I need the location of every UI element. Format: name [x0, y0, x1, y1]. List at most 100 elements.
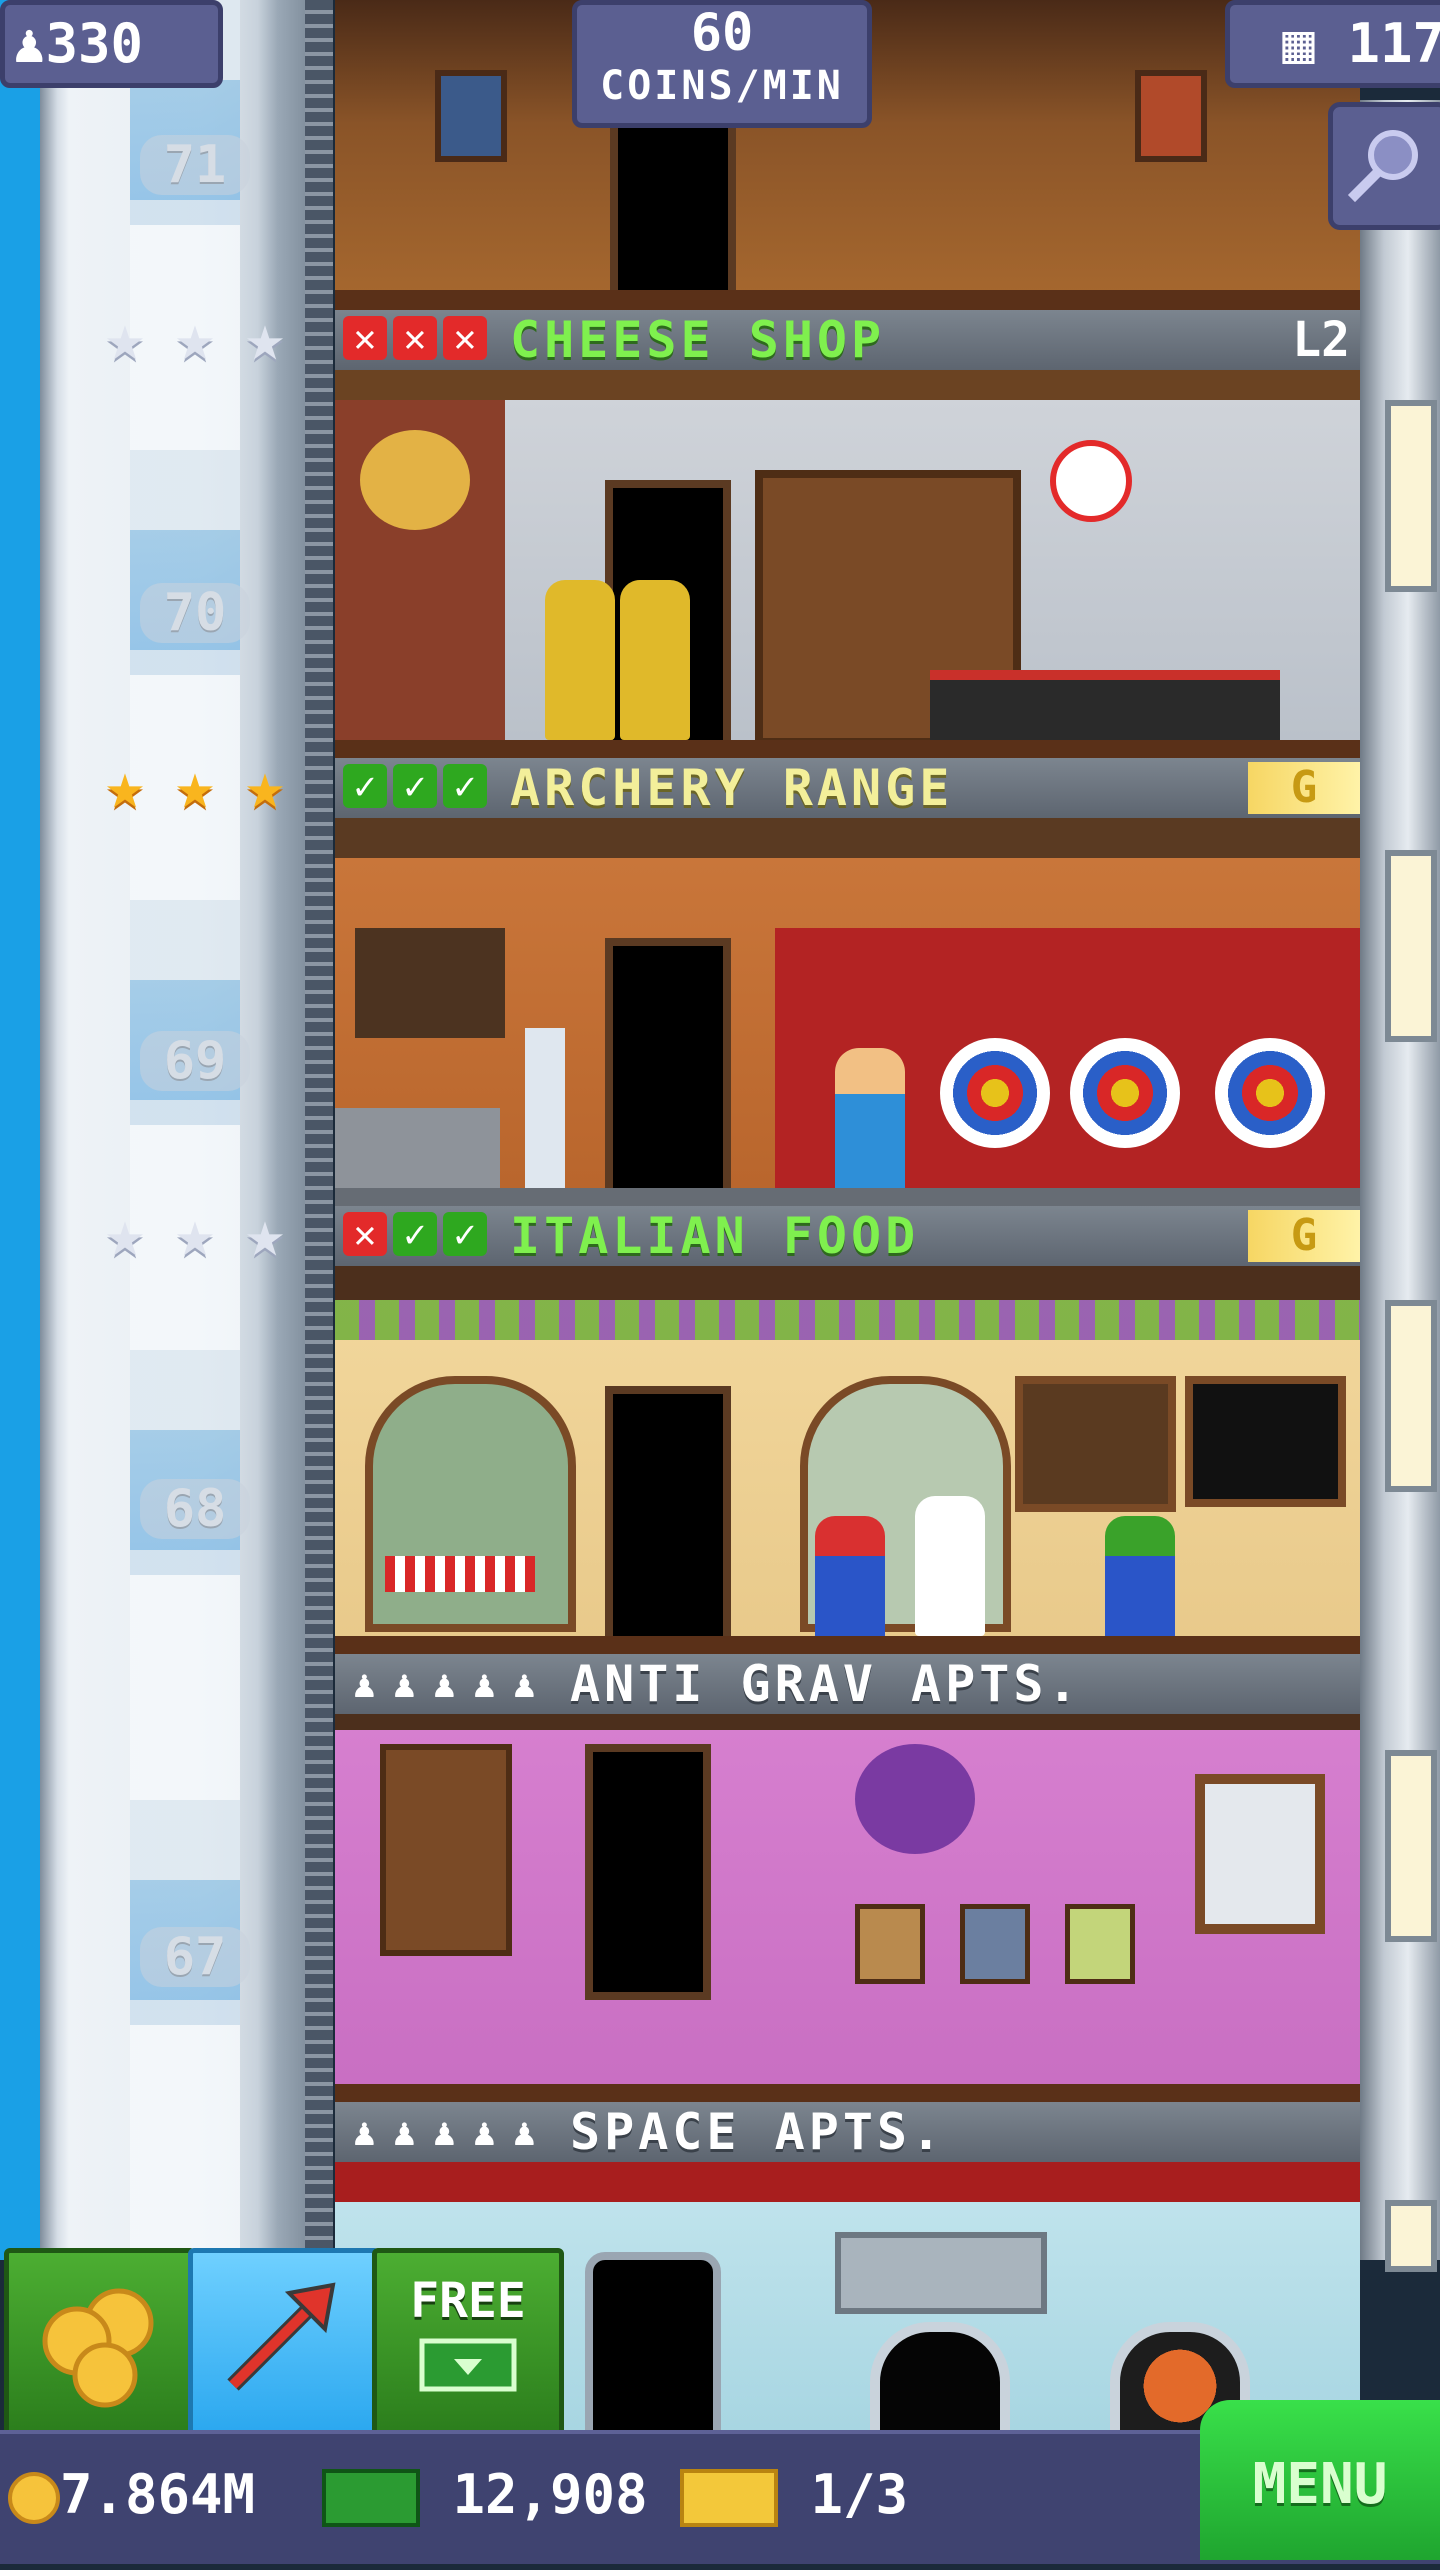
shop-counter	[930, 670, 1280, 750]
floor-title: CHEESE SHOP	[510, 311, 886, 369]
person-icon: ♟	[433, 1662, 456, 1706]
person-icon: ♟	[513, 1662, 536, 1706]
stock-marks: ✓ ✓ ✓	[343, 764, 487, 808]
bux-icon	[322, 2469, 420, 2528]
person-icon: ♟	[473, 1662, 496, 1706]
italian-food-stars: ★ ★ ★	[92, 1201, 302, 1271]
floor-banner-space-apts[interactable]: ♟ ♟ ♟ ♟ ♟ SPACE APTS.	[335, 2102, 1360, 2162]
apartment-window	[1195, 1774, 1325, 1934]
floor-room-cheese-shop[interactable]	[335, 370, 1360, 766]
control-panel	[835, 2232, 1047, 2314]
floor-title: ARCHERY RANGE	[510, 759, 954, 817]
menu-chalkboard	[1185, 1376, 1346, 1507]
floor-level-tag: L2	[1292, 312, 1350, 368]
edge-window	[1385, 400, 1437, 592]
picture-frame	[855, 1904, 925, 1984]
x-mark-icon: ✕	[443, 316, 487, 360]
coin-icon	[8, 2472, 60, 2525]
bux-value: 12,908	[452, 2463, 648, 2526]
checkered-table	[385, 1556, 535, 1592]
building-icon: ▦	[1282, 12, 1315, 75]
person-icon: ♟	[433, 2110, 456, 2154]
x-mark-icon: ✕	[343, 1212, 387, 1256]
no-sign	[1050, 440, 1132, 522]
person-icon: ♟	[513, 2110, 536, 2154]
floor-title: SPACE APTS.	[570, 2103, 946, 2161]
ticket-icon	[680, 2469, 778, 2528]
coins-icon	[42, 2288, 154, 2408]
room-door	[605, 1386, 731, 1662]
bow-rack	[355, 928, 505, 1038]
edge-window	[1385, 1300, 1437, 1492]
star-icon: ★	[245, 747, 285, 824]
floor-room-archery-range[interactable]	[335, 818, 1360, 1234]
tickets-display[interactable]: 1/3	[680, 2452, 908, 2538]
floor-room-italian-food[interactable]	[335, 1266, 1360, 1676]
wall-painting	[1135, 70, 1207, 162]
x-mark-icon: ✕	[343, 316, 387, 360]
elevator-rail	[305, 0, 333, 2260]
person-icon: ♟	[393, 2110, 416, 2154]
gold-badge-icon: G	[1248, 762, 1360, 814]
coins-display[interactable]: 7.864M	[8, 2452, 255, 2538]
floor-title: ANTI GRAV APTS.	[570, 1655, 1082, 1713]
star-icon: ★	[105, 299, 145, 376]
floor-base	[335, 1636, 1360, 1654]
check-mark-icon: ✓	[393, 1212, 437, 1256]
floor-base	[335, 740, 1360, 758]
star-icon: ★	[175, 299, 215, 376]
person-icon: ♟	[393, 1662, 416, 1706]
star-icon: ★	[105, 1195, 145, 1272]
edge-window	[1385, 850, 1437, 1042]
chef-figure	[915, 1496, 985, 1636]
star-icon: ★	[245, 1195, 285, 1272]
check-mark-icon: ✓	[443, 1212, 487, 1256]
free-bux-button[interactable]: FREE	[372, 2248, 564, 2440]
floor-number-68: 68	[140, 1479, 250, 1539]
worker-figure	[545, 580, 615, 740]
population-counter[interactable]: ♟330	[0, 0, 223, 88]
floor-banner-italian-food[interactable]: ✕ ✓ ✓ ITALIAN FOOD G	[335, 1206, 1360, 1266]
star-icon: ★	[175, 747, 215, 824]
floor-number-70: 70	[140, 583, 250, 643]
cheese-shop-stars: ★ ★ ★	[92, 305, 302, 375]
floor-banner-anti-grav-apts[interactable]: ♟ ♟ ♟ ♟ ♟ ANTI GRAV APTS.	[335, 1654, 1360, 1714]
floor-counter[interactable]: ▦ 117	[1225, 0, 1440, 88]
wine-rack	[1015, 1376, 1176, 1512]
check-mark-icon: ✓	[393, 764, 437, 808]
buy-coins-button[interactable]	[4, 2248, 196, 2440]
floor-base	[335, 2084, 1360, 2102]
floor-base	[335, 290, 1360, 310]
edge-window	[1385, 1750, 1437, 1942]
room-door	[610, 120, 736, 316]
floor-room-anti-grav-apts[interactable]	[335, 1714, 1360, 2102]
sky-background	[0, 0, 40, 2260]
check-mark-icon: ✓	[443, 764, 487, 808]
floor-count-value: 117	[1347, 12, 1440, 75]
search-button[interactable]	[1328, 102, 1440, 230]
residents-indicator: ♟ ♟ ♟ ♟ ♟	[353, 1662, 543, 1706]
archery-target	[1070, 1038, 1180, 1148]
star-icon: ★	[245, 299, 285, 376]
star-icon: ★	[175, 1195, 215, 1272]
free-label: FREE	[410, 2273, 526, 2329]
stock-marks: ✕ ✕ ✕	[343, 316, 487, 360]
archery-target	[940, 1038, 1050, 1148]
menu-button[interactable]: MENU	[1200, 2400, 1440, 2560]
income-value: 60	[690, 3, 754, 63]
person-icon: ♟	[13, 12, 46, 75]
wall-painting	[435, 70, 507, 162]
elevator-button[interactable]	[188, 2248, 380, 2440]
elevator-arrow-icon	[227, 2282, 336, 2391]
arched-window	[365, 1376, 576, 1632]
floating-resident	[855, 1744, 975, 1854]
floor-banner-archery-range[interactable]: ✓ ✓ ✓ ARCHERY RANGE G	[335, 758, 1360, 818]
floor-base	[335, 1188, 1360, 1206]
cheese-wheel	[360, 430, 470, 530]
residents-indicator: ♟ ♟ ♟ ♟ ♟	[353, 2110, 543, 2154]
floor-number-67: 67	[140, 1927, 250, 1987]
star-icon: ★	[105, 747, 145, 824]
check-mark-icon: ✓	[343, 764, 387, 808]
bux-display[interactable]: 12,908	[322, 2452, 648, 2538]
floor-banner-cheese-shop[interactable]: ✕ ✕ ✕ CHEESE SHOP L2	[335, 310, 1360, 370]
